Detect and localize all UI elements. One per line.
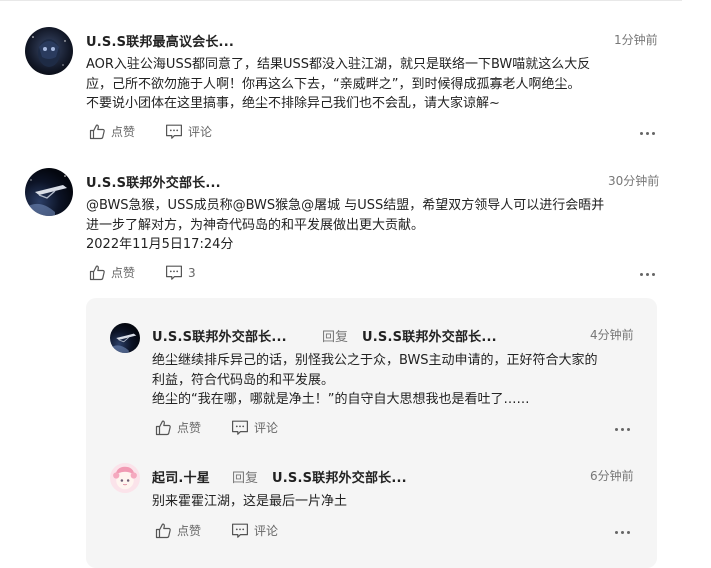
- comment-line: 不要说小团体在这里搞事，绝尘不排除异己我们也不会乱，请大家谅解~: [86, 96, 500, 111]
- comment-button[interactable]: 评论: [231, 419, 278, 436]
- comment-label: 评论: [254, 524, 279, 538]
- avatar[interactable]: [110, 463, 140, 493]
- reply-word: 回复: [322, 330, 349, 345]
- reply-line: 别来霍霍江湖，这是最后一片净土: [152, 494, 348, 509]
- comment-line: 应，己所不欲勿施于人啊！你再这么下去，“亲威畔之”，到时候得成孤寡老人啊绝尘。: [86, 76, 581, 92]
- like-button[interactable]: 点赞: [155, 419, 201, 436]
- like-label: 点赞: [111, 125, 136, 139]
- comment-line: @BWS急猴，USS成员称@BWS猴急@屠城 与USS结盟，希望双方领导人可以进…: [86, 198, 605, 213]
- avatar[interactable]: [25, 168, 73, 216]
- comment-bubble-icon: [165, 123, 183, 140]
- reply-time: 6分钟前: [590, 469, 634, 483]
- comment-bubble-icon: [231, 419, 249, 436]
- like-label: 点赞: [177, 524, 202, 538]
- comment-date: 2022年11月5日17:24分: [86, 237, 234, 252]
- comment-bubble-icon: [231, 522, 249, 539]
- comment-username[interactable]: U.S.S联邦外交部长...: [86, 172, 221, 191]
- comment-bubble-icon: [165, 264, 183, 281]
- comment-actions: 点赞 评论: [89, 123, 659, 143]
- comment-text: @BWS急猴，USS成员称@BWS猴急@屠城 与USS结盟，希望双方领导人可以进…: [86, 196, 666, 255]
- more-ellipsis-icon[interactable]: [612, 522, 632, 542]
- comment-label: 评论: [254, 421, 279, 435]
- reply-text: 别来霍霍江湖，这是最后一片净土: [152, 492, 647, 512]
- avatar[interactable]: [25, 27, 73, 75]
- reply-target-username[interactable]: U.S.S联邦外交部长...: [272, 467, 407, 486]
- reply-line: 绝尘继续排斥异己的话，别怪我公之于众，BWS主动申请的，正好符合大家的: [152, 353, 598, 368]
- more-ellipsis-icon[interactable]: [637, 264, 657, 284]
- reply-time: 4分钟前: [590, 328, 634, 342]
- comment-line: AOR入驻公海USS都同意了，结果USS都没入驻江湖，就只是联络一下BW喵就这么…: [86, 57, 591, 72]
- like-label: 点赞: [111, 266, 136, 280]
- thumbs-up-icon: [89, 264, 106, 281]
- top-divider: [0, 0, 682, 1]
- thumbs-up-icon: [89, 123, 106, 140]
- comment-actions: 点赞 3: [89, 264, 659, 284]
- reply-text: 绝尘继续排斥异己的话，别怪我公之于众，BWS主动申请的，正好符合大家的 利益，符…: [152, 351, 647, 410]
- reply-actions: 点赞 评论: [155, 522, 635, 542]
- like-button[interactable]: 点赞: [89, 123, 135, 140]
- reply-username[interactable]: 起司.十星: [152, 467, 210, 486]
- like-label: 点赞: [177, 421, 202, 435]
- avatar[interactable]: [110, 323, 140, 353]
- comment-label: 评论: [188, 125, 213, 139]
- comment-line: 进一步了解对方，为神奇代码岛的和平发展做出更大贡献。: [86, 217, 425, 233]
- comment-button[interactable]: 3: [165, 264, 196, 281]
- like-button[interactable]: 点赞: [89, 264, 135, 281]
- comment-button[interactable]: 评论: [231, 522, 278, 539]
- thumbs-up-icon: [155, 522, 172, 539]
- like-button[interactable]: 点赞: [155, 522, 201, 539]
- reply-username[interactable]: U.S.S联邦外交部长...: [152, 326, 287, 345]
- reply-actions: 点赞 评论: [155, 419, 635, 439]
- comment-text: AOR入驻公海USS都同意了，结果USS都没入驻江湖，就只是联络一下BW喵就这么…: [86, 55, 666, 114]
- more-ellipsis-icon[interactable]: [637, 123, 657, 143]
- comment-count: 3: [188, 265, 196, 280]
- comment-username[interactable]: U.S.S联邦最高议会长...: [86, 31, 234, 50]
- comment-time: 1分钟前: [614, 33, 658, 47]
- reply-line: 绝尘的“我在哪，哪就是净土！”的自守自大思想我也是看吐了……: [152, 392, 530, 407]
- comment-button[interactable]: 评论: [165, 123, 212, 140]
- reply-target-username[interactable]: U.S.S联邦外交部长...: [362, 326, 497, 345]
- reply-line: 利益，符合代码岛的和平发展。: [152, 372, 335, 388]
- thumbs-up-icon: [155, 419, 172, 436]
- comment-time: 30分钟前: [608, 174, 660, 188]
- reply-word: 回复: [232, 471, 259, 486]
- more-ellipsis-icon[interactable]: [612, 419, 632, 439]
